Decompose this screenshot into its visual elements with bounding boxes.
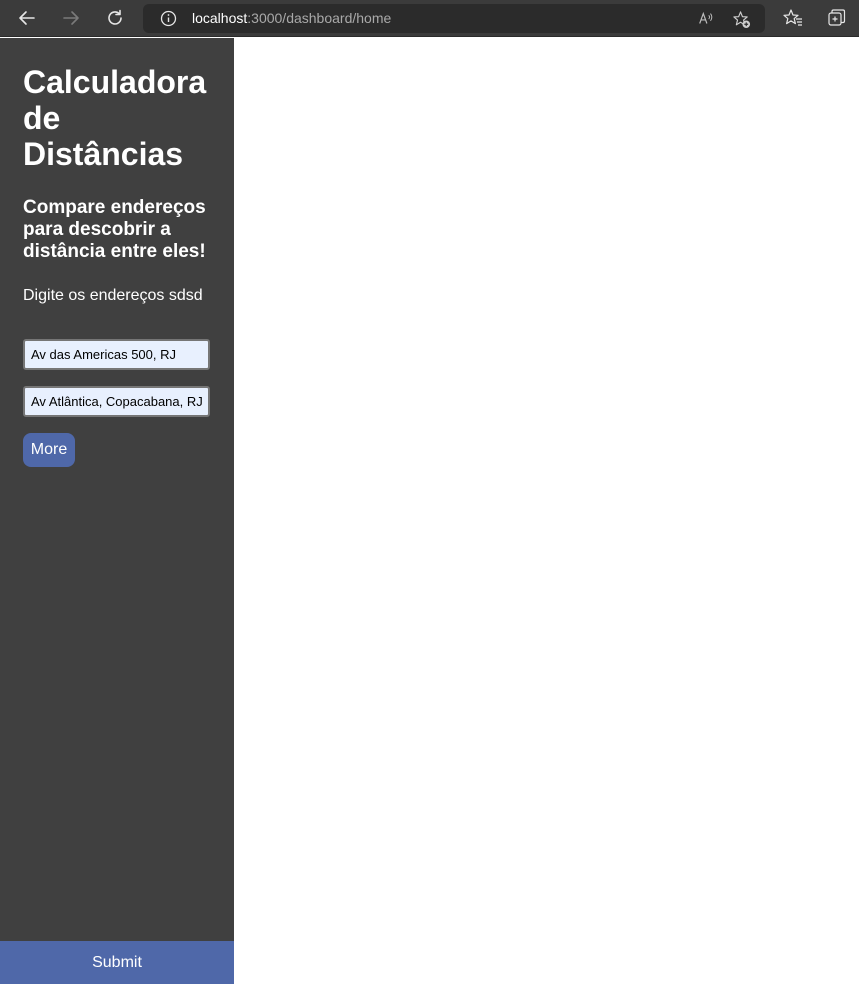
url-host: localhost: [192, 10, 248, 26]
url-text[interactable]: localhost:3000/dashboard/home: [192, 10, 391, 27]
app-title: Calculadora de Distâncias: [23, 64, 207, 172]
back-arrow-icon: [19, 11, 35, 25]
add-favorite-icon[interactable]: [731, 9, 751, 29]
address-input-1[interactable]: [23, 339, 210, 370]
read-aloud-icon[interactable]: [696, 9, 716, 29]
collections-icon[interactable]: [827, 8, 847, 28]
main-content: [234, 38, 859, 984]
refresh-button[interactable]: [100, 4, 130, 32]
forward-arrow-icon: [63, 11, 79, 25]
favorites-icon[interactable]: [783, 8, 803, 28]
url-path: :3000/dashboard/home: [247, 10, 392, 26]
sidebar: Calculadora de Distâncias Compare endere…: [0, 38, 234, 984]
app-subtitle: Compare endereços para descobrir a distâ…: [23, 197, 206, 262]
address-bar[interactable]: localhost:3000/dashboard/home: [143, 4, 765, 33]
browser-toolbar: localhost:3000/dashboard/home: [0, 0, 859, 37]
submit-button[interactable]: Submit: [0, 941, 234, 984]
back-button[interactable]: [12, 4, 42, 32]
info-icon[interactable]: [160, 10, 177, 27]
instruction-text: Digite os endereços sdsd: [23, 287, 203, 304]
address-input-2[interactable]: [23, 386, 210, 417]
forward-button[interactable]: [56, 4, 86, 32]
refresh-icon: [108, 9, 122, 25]
more-button[interactable]: More: [23, 433, 75, 467]
